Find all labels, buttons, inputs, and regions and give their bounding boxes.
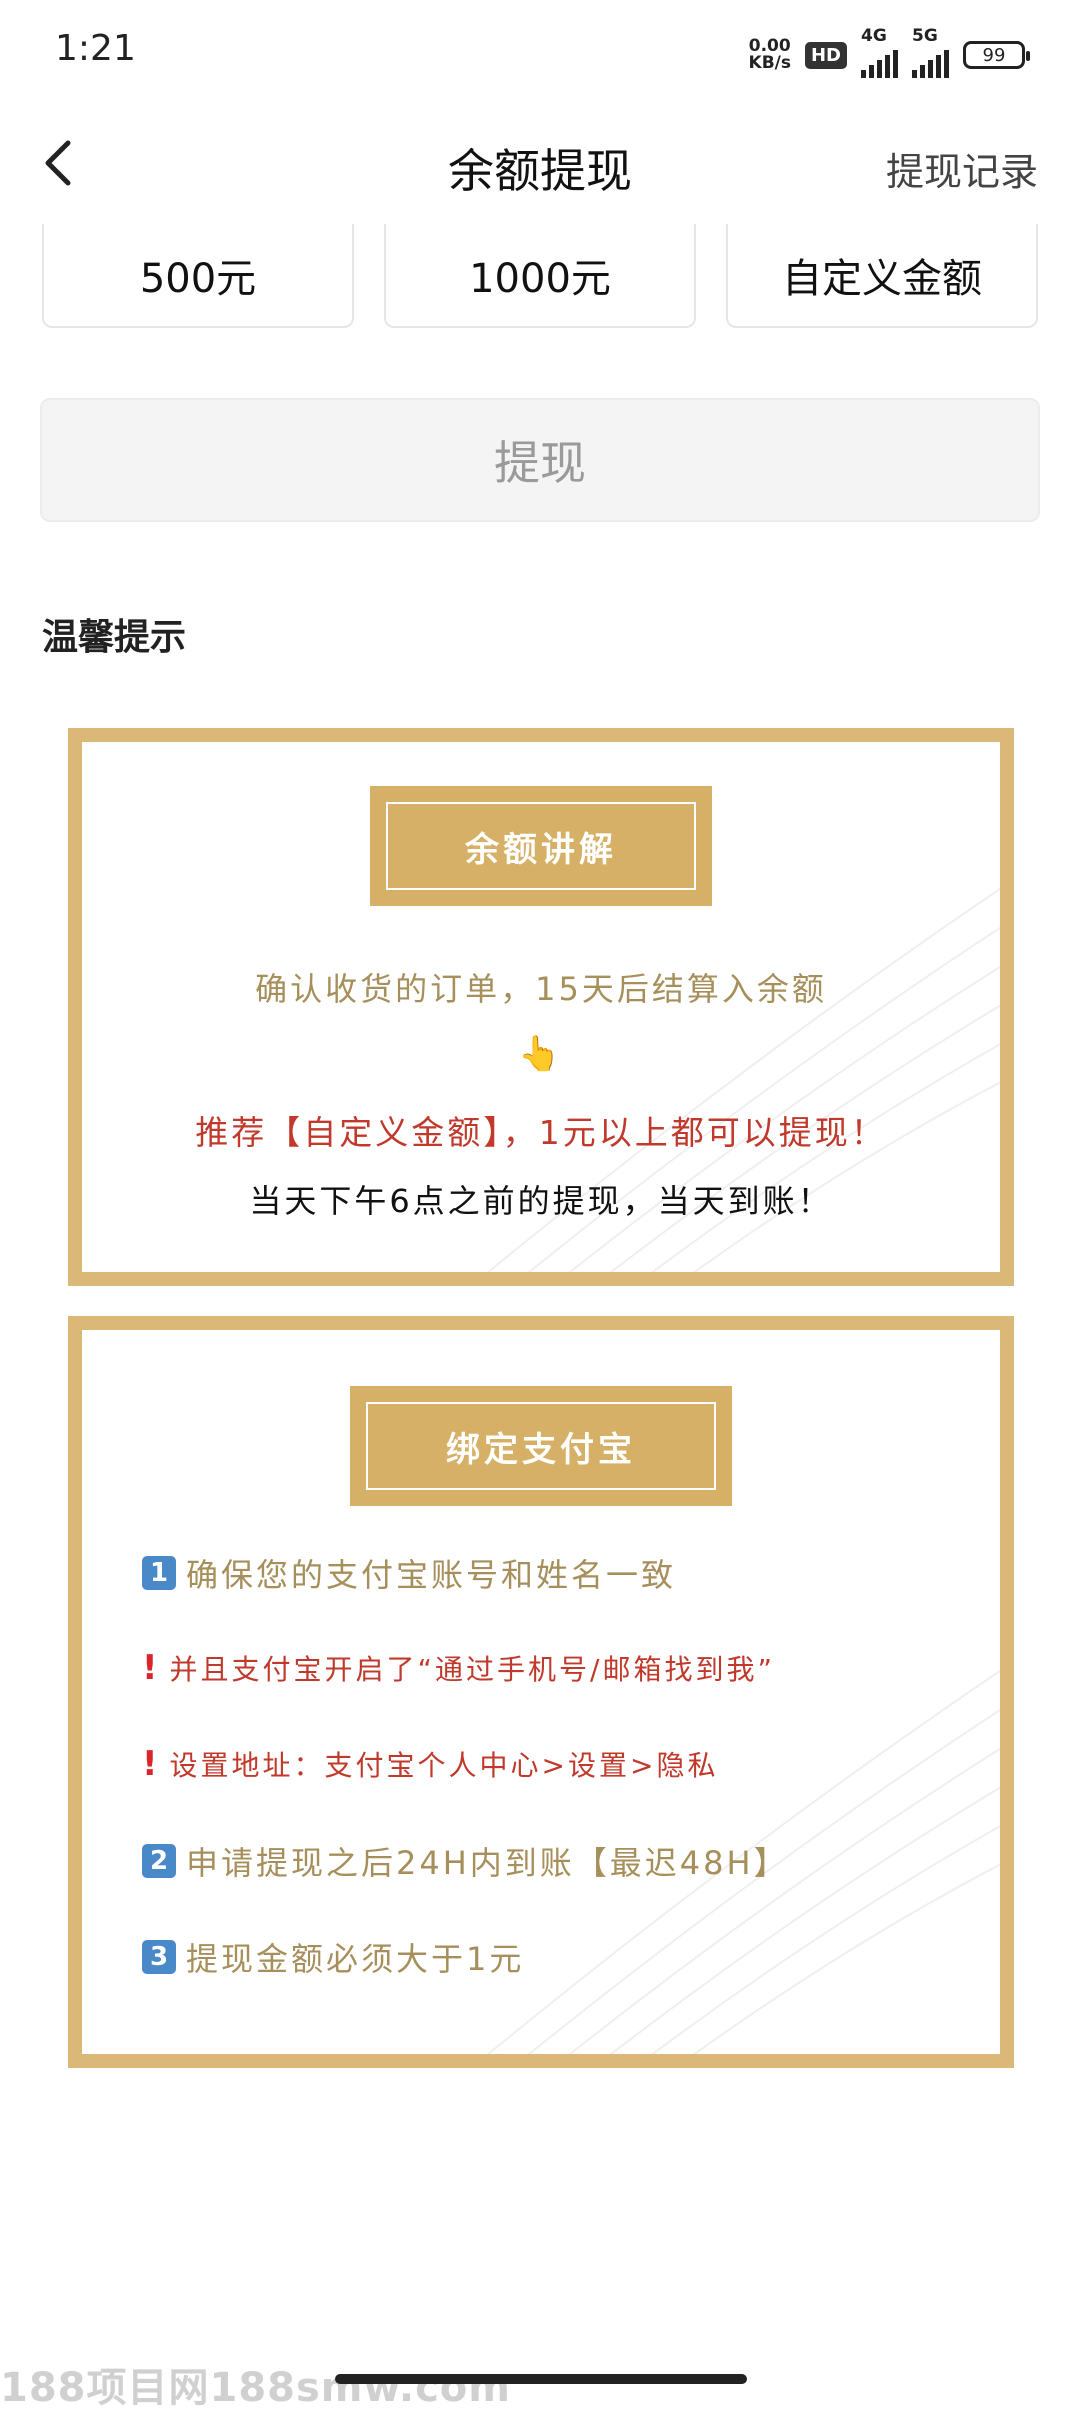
battery-icon: 99 [963,41,1030,69]
signal-5g-icon: 5G [912,26,949,78]
number-three-icon: 3 [142,1940,176,1974]
withdraw-button[interactable]: 提现 [40,398,1040,522]
tips-heading: 温馨提示 [42,617,187,658]
list-item: 2 申请提现之后24H内到账【最迟48H】 [142,1838,789,1884]
same-day-note: 当天下午6点之前的提现，当天到账！ [249,1182,833,1220]
card-header: 绑定支付宝 [350,1386,732,1506]
list-item: 1 确保您的支付宝账号和姓名一致 [142,1550,676,1596]
watermark: 188项目网188smw.com [0,2365,511,2411]
status-icons: 0.00 KB/s HD 4G 5G 99 [748,26,1030,78]
list-item: ! 并且支付宝开启了“通过手机号/邮箱找到我” [142,1648,775,1688]
list-item: 3 提现金额必须大于1元 [142,1934,524,1980]
number-one-icon: 1 [142,1556,176,1590]
amount-option-custom[interactable]: 自定义金额 [726,224,1038,328]
withdraw-history-link[interactable]: 提现记录 [886,141,1038,196]
amount-option-1000[interactable]: 1000元 [384,224,696,328]
bind-alipay-card: 绑定支付宝 1 确保您的支付宝账号和姓名一致 ! 并且支付宝开启了“通过手机号/… [68,1316,1014,2068]
amount-option-500[interactable]: 500元 [42,224,354,328]
home-indicator[interactable] [335,2374,747,2384]
pointing-up-icon: 👆 [518,1034,564,1074]
hd-badge: HD [804,41,847,69]
signal-4g-icon: 4G [861,26,898,78]
balance-info-card: 余额讲解 确认收货的订单，15天后结算入余额 👆 推荐【自定义金额】，1元以上都… [68,728,1014,1286]
nav-bar: 余额提现 提现记录 [0,105,1080,225]
number-two-icon: 2 [142,1844,176,1878]
network-speed: 0.00 KB/s [748,36,791,73]
list-item: ! 设置地址：支付宝个人中心>设置>隐私 [142,1744,719,1784]
settlement-note: 确认收货的订单，15天后结算入余额 [255,970,827,1008]
status-bar: 1:21 0.00 KB/s HD 4G 5G 99 [0,0,1080,105]
card-header: 余额讲解 [370,786,712,906]
status-time: 1:21 [55,28,136,69]
exclamation-icon: ! [142,1744,158,1784]
recommend-note: 推荐【自定义金额】，1元以上都可以提现！ [195,1113,887,1152]
exclamation-icon: ! [142,1648,158,1688]
amount-options: 500元 1000元 自定义金额 [42,224,1038,328]
